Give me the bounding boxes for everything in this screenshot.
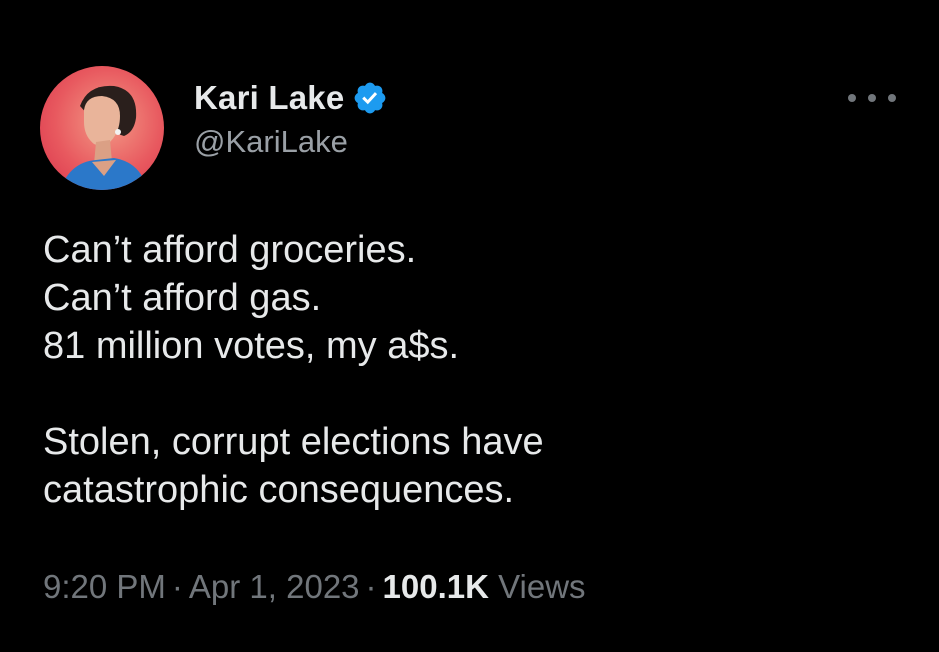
more-dot-icon: [888, 94, 896, 102]
author-block[interactable]: Kari Lake @KariLake: [194, 74, 388, 160]
views-label: Views: [498, 568, 586, 605]
tweet-date[interactable]: Apr 1, 2023: [189, 568, 360, 605]
views-count[interactable]: 100.1K: [383, 568, 489, 605]
profile-photo-icon: [60, 85, 148, 190]
tweet-card[interactable]: Kari Lake @KariLake Can’t afford groceri…: [0, 0, 939, 652]
tweet-line: Can’t afford gas.: [43, 277, 322, 319]
tweet-line: Stolen, corrupt elections have: [43, 421, 544, 463]
more-dot-icon: [868, 94, 876, 102]
tweet-line: 81 million votes, my a$s.: [43, 325, 460, 367]
tweet-text: Can’t afford groceries. Can’t afford gas…: [43, 226, 903, 514]
tweet-time[interactable]: 9:20 PM: [43, 568, 166, 605]
meta-separator: ·: [365, 568, 377, 605]
tweet-line: Can’t afford groceries.: [43, 229, 417, 271]
more-options-icon[interactable]: [848, 84, 896, 112]
tweet-meta: 9:20 PM · Apr 1, 2023 · 100.1K Views: [43, 568, 586, 606]
more-dot-icon: [848, 94, 856, 102]
name-row: Kari Lake: [194, 74, 388, 122]
avatar[interactable]: [40, 66, 164, 190]
tweet-line: catastrophic consequences.: [43, 469, 515, 511]
verified-badge-icon[interactable]: [352, 80, 388, 116]
meta-separator: ·: [171, 568, 183, 605]
display-name[interactable]: Kari Lake: [194, 79, 344, 117]
user-handle[interactable]: @KariLake: [194, 124, 388, 160]
